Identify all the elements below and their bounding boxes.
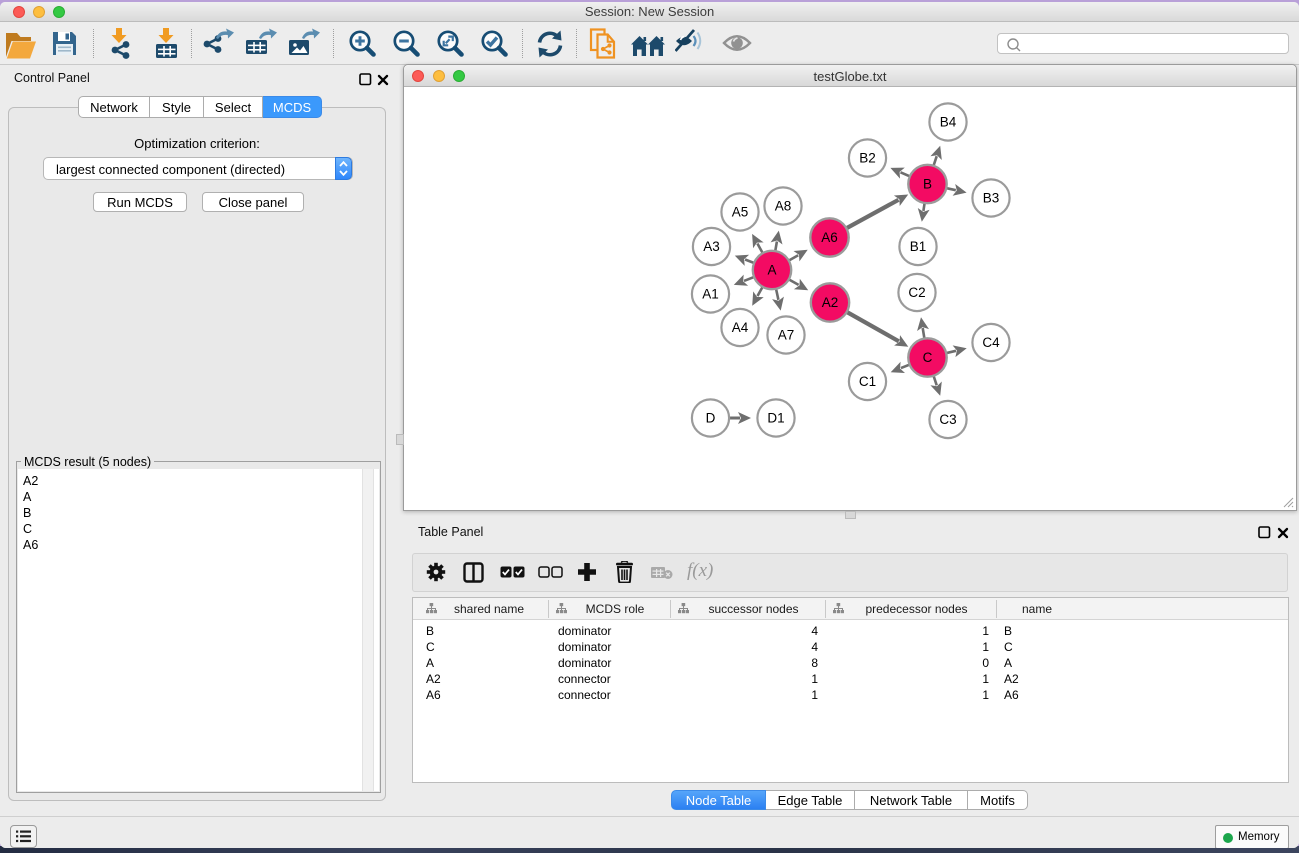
svg-text:D1: D1 [767,411,784,426]
svg-text:C2: C2 [908,285,925,300]
svg-text:A: A [767,263,776,278]
svg-text:A2: A2 [822,295,839,310]
svg-text:A6: A6 [821,230,838,245]
svg-text:A8: A8 [775,199,792,214]
svg-text:B1: B1 [910,239,927,254]
svg-text:C4: C4 [982,335,1000,350]
svg-text:B4: B4 [940,115,957,130]
svg-text:A4: A4 [732,320,749,335]
svg-text:C3: C3 [939,412,956,427]
svg-text:D: D [706,411,716,426]
svg-text:A5: A5 [732,205,749,220]
svg-text:A1: A1 [702,287,719,302]
svg-text:A7: A7 [778,328,795,343]
svg-text:C: C [923,350,933,365]
svg-text:A3: A3 [703,239,720,254]
svg-text:C1: C1 [859,374,876,389]
svg-text:B2: B2 [859,151,876,166]
svg-text:B: B [923,177,932,192]
svg-text:B3: B3 [983,191,1000,206]
